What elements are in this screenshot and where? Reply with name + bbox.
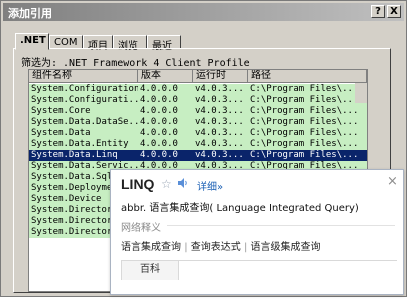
net-meaning-1[interactable]: 语言集成查询 <box>121 242 181 253</box>
cell-runtime: v4.0.3... <box>195 150 244 160</box>
table-row[interactable]: System.Configuration 4.0.0.0 v4.0.3... C:\P… <box>29 84 367 95</box>
tab-baike[interactable]: 百科 <box>121 260 179 280</box>
tab-net[interactable]: .NET <box>15 33 49 50</box>
cell-path: C:\Program Files\... <box>250 139 359 149</box>
list-header: 组件名称 版本 运行时 路径 <box>29 70 367 83</box>
column-header-runtime[interactable]: 运行时 <box>193 70 248 83</box>
cell-path: C:\Program Files\... <box>250 150 359 160</box>
net-meaning-3[interactable]: 语言级集成查询 <box>251 242 321 253</box>
cell-name: System.Data <box>31 128 91 138</box>
table-row[interactable]: System.Data 4.0.0.0 v4.0.3... C:\Program Fi… <box>29 128 367 139</box>
filter-label: 筛选为: .NET Framework 4 Client Profile <box>21 58 250 69</box>
detail-link[interactable]: 详细» <box>197 178 223 193</box>
cell-name: System.Data.Linq <box>31 150 118 160</box>
tab-com[interactable]: COM <box>49 35 83 49</box>
table-row[interactable]: System.Data.Linq 4.0.0.0 v4.0.3... C:\Progr… <box>29 150 367 161</box>
cell-path: C:\Program Files\... <box>250 95 359 105</box>
popup-close-icon[interactable]: × <box>387 174 398 189</box>
tab-browse[interactable]: 浏览 <box>113 35 147 52</box>
cell-runtime: v4.0.3... <box>195 117 244 127</box>
separator: | <box>184 242 188 253</box>
baike-section: 百科 <box>121 260 397 281</box>
cell-path: C:\Program Files\... <box>250 84 359 94</box>
cell-version: 4.0.0.0 <box>140 150 178 160</box>
cell-version: 4.0.0.0 <box>140 84 178 94</box>
speaker-icon[interactable] <box>178 178 188 188</box>
table-row[interactable]: System.Data.DataSe... 4.0.0.0 v4.0.3... C:\… <box>29 117 367 128</box>
cell-path: C:\Program Files\... <box>250 128 359 138</box>
popup-word: LINQ <box>121 176 155 192</box>
star-icon[interactable]: ☆ <box>161 177 172 191</box>
cell-version: 4.0.0.0 <box>140 117 178 127</box>
cell-version: 4.0.0.0 <box>140 139 178 149</box>
cell-name: System.Configurati... <box>31 95 138 105</box>
cell-version: 4.0.0.0 <box>140 95 178 105</box>
close-button[interactable]: X <box>387 5 401 18</box>
table-row[interactable]: System.Core 4.0.0.0 v4.0.3... C:\Program Fi… <box>29 106 367 117</box>
cell-runtime: v4.0.3... <box>195 95 244 105</box>
window-title: 添加引用 <box>8 7 52 20</box>
cell-name: System.Core <box>31 106 91 116</box>
net-meaning-2[interactable]: 查询表达式 <box>191 242 241 253</box>
separator: | <box>243 242 248 253</box>
net-meanings: 语言集成查询 | 查询表达式 | 语言级集成查询 <box>121 238 321 253</box>
cell-version: 4.0.0.0 <box>140 128 178 138</box>
cell-runtime: v4.0.3... <box>195 106 244 116</box>
cell-path: C:\Program Files\... <box>250 106 359 116</box>
cell-version: 4.0.0.0 <box>140 106 178 116</box>
title-bar: 添加引用 ? X <box>3 3 404 21</box>
cell-runtime: v4.0.3... <box>195 128 244 138</box>
table-row[interactable]: System.Data.Entity 4.0.0.0 v4.0.3... C:\Pro… <box>29 139 367 150</box>
tab-projects[interactable]: 项目 <box>83 35 113 52</box>
help-button[interactable]: ? <box>371 5 385 18</box>
dictionary-popup: LINQ ☆ 详细» × abbr. 语言集成查询( Language Inte… <box>110 169 404 295</box>
tab-recent[interactable]: 最近 <box>147 35 181 52</box>
net-meanings-title: 网络释义 <box>121 223 161 234</box>
cell-runtime: v4.0.3... <box>195 84 244 94</box>
section-divider <box>167 225 395 226</box>
scrollbar[interactable] <box>355 83 367 103</box>
column-header-name[interactable]: 组件名称 <box>29 70 138 83</box>
cell-name: System.Configuration <box>31 84 138 94</box>
cell-path: C:\Program Files\... <box>250 117 359 127</box>
cell-name: System.Data.Entity <box>31 139 129 149</box>
column-header-path[interactable]: 路径 <box>248 70 367 83</box>
popup-definition: abbr. 语言集成查询( Language Integrated Query) <box>121 203 359 214</box>
column-header-version[interactable]: 版本 <box>138 70 193 83</box>
table-row[interactable]: System.Configurati... 4.0.0.0 v4.0.3... C:\… <box>29 95 367 106</box>
cell-name: System.Data.DataSe... <box>31 117 138 127</box>
cell-runtime: v4.0.3... <box>195 139 244 149</box>
